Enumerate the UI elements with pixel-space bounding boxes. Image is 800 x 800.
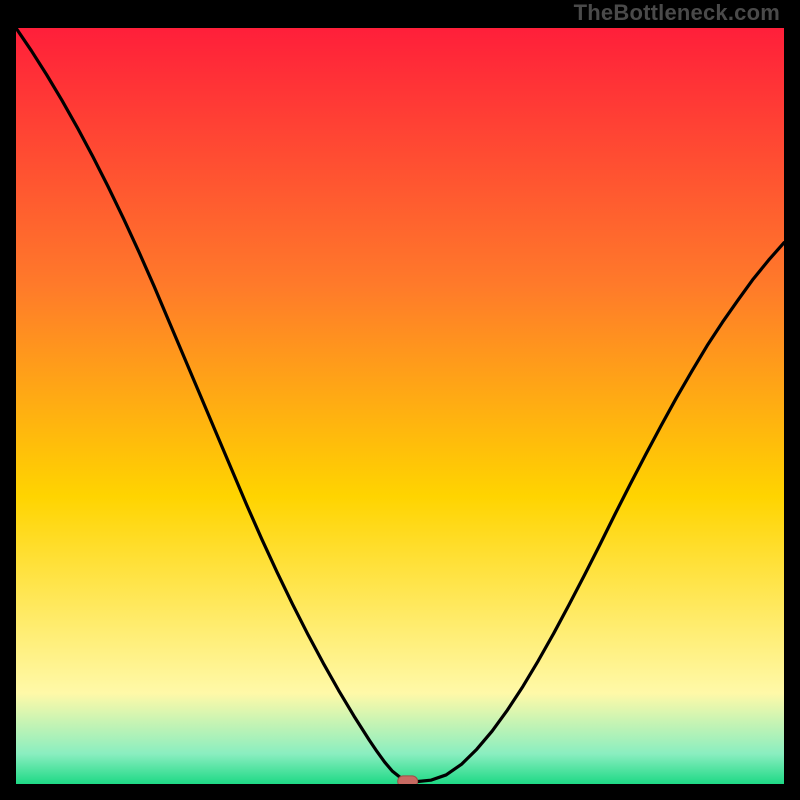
gradient-background <box>16 28 784 784</box>
bottleneck-chart <box>16 28 784 784</box>
optimal-marker <box>398 776 418 784</box>
